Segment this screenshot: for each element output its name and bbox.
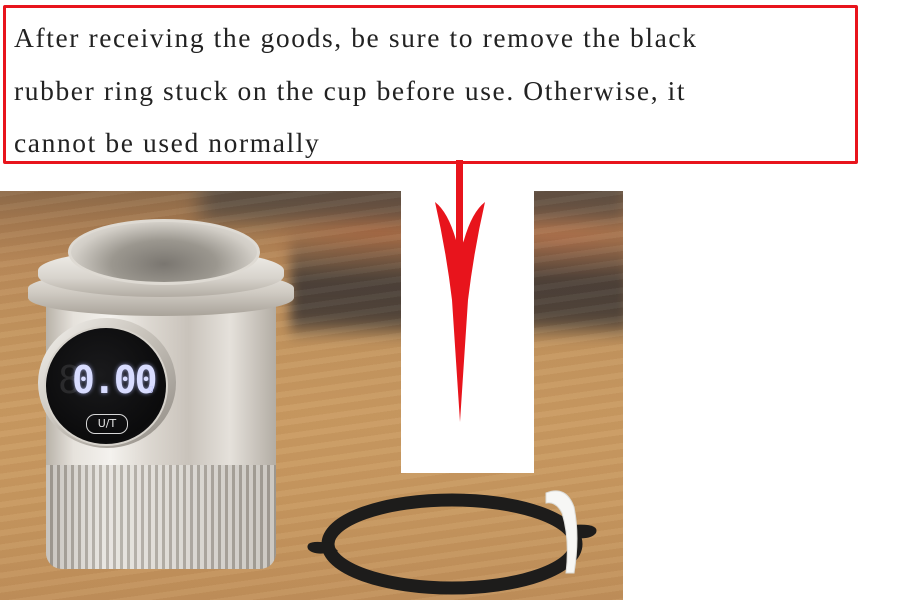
display-face: 8 0.00 g U/T (44, 326, 168, 446)
scale-display: 8 0.00 g U/T (38, 318, 176, 448)
unit-tare-button: U/T (86, 414, 128, 434)
notice-box: After receiving the goods, be sure to re… (3, 5, 858, 164)
arrow-stem (456, 160, 463, 250)
rubber-ring (307, 490, 597, 595)
rubber-ring-shape (321, 493, 583, 595)
cup-knurled-base (46, 465, 276, 569)
notice-text: After receiving the goods, be sure to re… (14, 22, 698, 158)
weight-unit: g (148, 384, 154, 394)
weight-readout: 0.00 (72, 358, 158, 402)
cup-mouth (68, 219, 260, 285)
arrow-down-icon (435, 160, 485, 422)
